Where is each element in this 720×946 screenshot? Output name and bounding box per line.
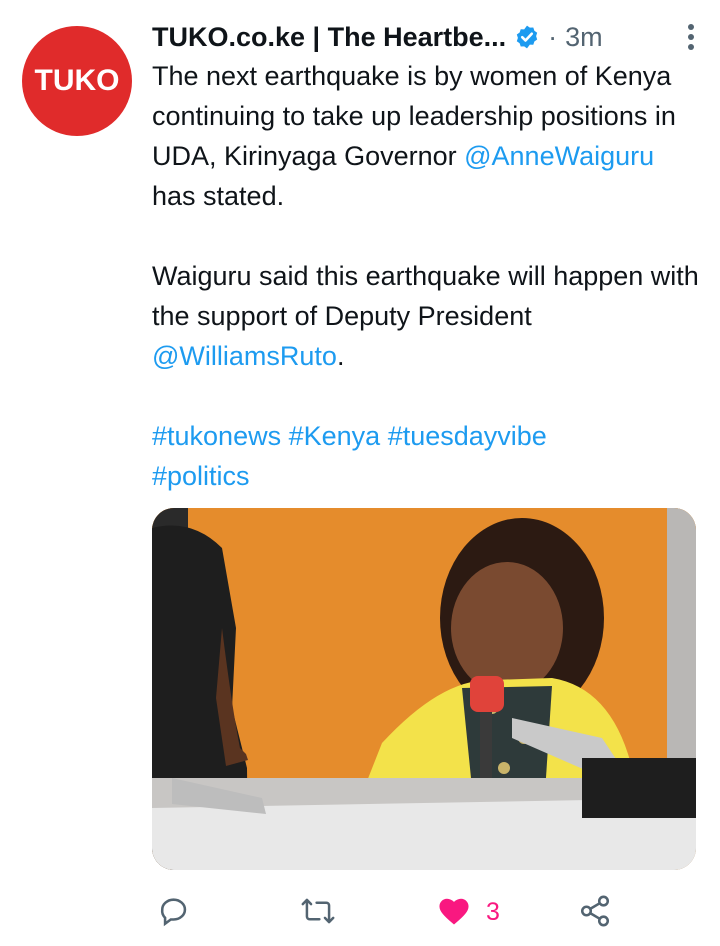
hashtag-tukonews[interactable]: #tukonews <box>152 421 281 451</box>
tweet-text-segment: . <box>336 341 345 371</box>
mention-williamsruto[interactable]: @WilliamsRuto <box>152 341 337 371</box>
hashtag-tuesdayvibe[interactable]: #tuesdayvibe <box>388 421 547 451</box>
tweet-text-segment: Waiguru said this earthquake will happen… <box>152 261 699 331</box>
tweet-media-photo[interactable] <box>152 508 696 870</box>
hashtag-kenya[interactable]: #Kenya <box>289 421 381 451</box>
retweet-icon[interactable] <box>300 894 336 928</box>
reply-icon[interactable] <box>158 894 192 928</box>
tweet-timestamp[interactable]: 3m <box>565 22 603 53</box>
share-icon[interactable] <box>578 894 612 928</box>
more-options-icon[interactable] <box>686 22 696 52</box>
tweet-header: TUKO.co.ke | The Heartbe... · 3m <box>152 16 696 58</box>
verified-badge-icon <box>514 24 540 50</box>
display-name[interactable]: TUKO.co.ke | The Heartbe... <box>152 22 506 53</box>
tweet-hashtags: #tukonews #Kenya #tuesdayvibe #politics <box>152 416 622 496</box>
hashtag-politics[interactable]: #politics <box>152 461 250 491</box>
tweet-text: The next earthquake is by women of Kenya… <box>152 56 700 496</box>
tweet-paragraph-2: Waiguru said this earthquake will happen… <box>152 256 700 376</box>
like-button[interactable]: 3 <box>436 894 500 931</box>
tweet-actions: 3 <box>152 888 700 934</box>
like-count: 3 <box>486 898 500 926</box>
like-heart-icon <box>436 894 472 931</box>
separator-dot: · <box>548 21 558 52</box>
tweet-paragraph-1: The next earthquake is by women of Kenya… <box>152 56 700 216</box>
account-avatar[interactable]: TUKO <box>22 26 132 136</box>
mention-annewaiguru[interactable]: @AnneWaiguru <box>464 141 654 171</box>
avatar-logo-text: TUKO <box>34 64 120 97</box>
tweet-text-segment: has stated. <box>152 181 285 211</box>
